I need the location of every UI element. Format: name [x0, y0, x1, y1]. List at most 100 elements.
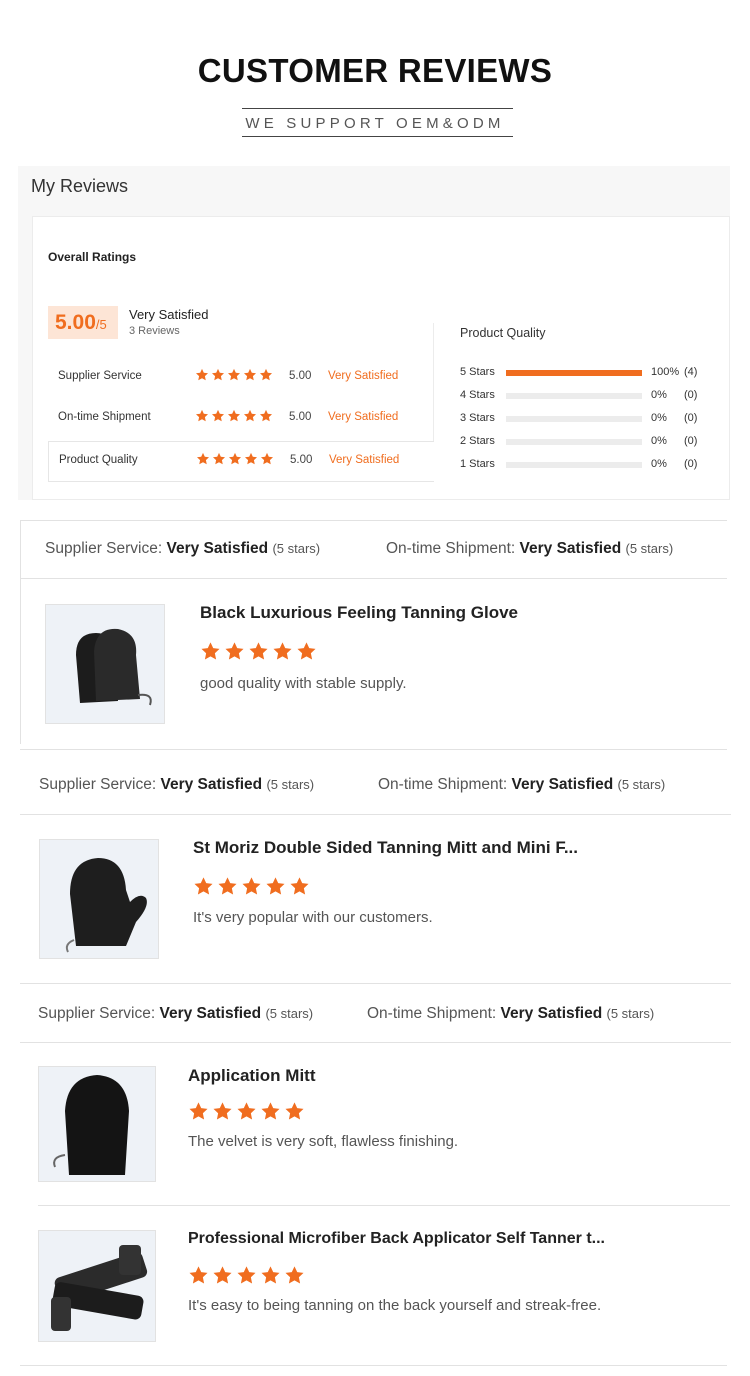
- star-icon: [194, 877, 213, 895]
- review-comment: good quality with stable supply.: [200, 675, 407, 692]
- breakdown-count: (0): [684, 435, 698, 447]
- review-3-supplier-service: Supplier Service: Very Satisfied (5 star…: [38, 1005, 313, 1023]
- star-icon: [195, 409, 209, 422]
- star-icon: [196, 452, 210, 465]
- criteria-stars: [195, 368, 273, 382]
- review-4-bottom-rule: [20, 1365, 727, 1366]
- criteria-value: 5.00: [290, 454, 313, 466]
- meta-stars: (5 stars): [617, 777, 666, 792]
- criteria-text: Very Satisfied: [328, 411, 399, 423]
- meta-value: Very Satisfied: [500, 1005, 603, 1022]
- summary-divider: [433, 323, 434, 441]
- star-icon: [243, 409, 257, 422]
- criteria-stars: [195, 409, 273, 423]
- star-icon: [243, 368, 257, 381]
- overall-score-text: Very Satisfied: [129, 307, 209, 322]
- review-2-meta-rule: [20, 814, 731, 815]
- star-icon: [225, 642, 244, 660]
- breakdown-label: 1 Stars: [460, 458, 495, 470]
- star-icon: [297, 642, 316, 660]
- breakdown-bar-track: [506, 370, 642, 376]
- criteria-stars: [196, 452, 274, 466]
- breakdown-title: Product Quality: [460, 326, 546, 340]
- star-icon: [211, 368, 225, 381]
- review-rating: [188, 1101, 305, 1122]
- breakdown-count: (0): [684, 412, 698, 424]
- meta-label: On-time Shipment:: [378, 776, 508, 793]
- product-name[interactable]: Black Luxurious Feeling Tanning Glove: [200, 603, 518, 623]
- breakdown-label: 4 Stars: [460, 389, 495, 401]
- star-icon: [212, 452, 226, 465]
- review-1-bottom-rule: [20, 749, 727, 750]
- meta-value: Very Satisfied: [519, 540, 622, 557]
- review-rating: [200, 641, 317, 662]
- product-thumbnail[interactable]: [39, 839, 159, 959]
- breakdown-count: (0): [684, 389, 698, 401]
- meta-value: Very Satisfied: [159, 1005, 262, 1022]
- star-icon: [260, 452, 274, 465]
- review-3-bottom-rule: [38, 1205, 730, 1206]
- star-icon: [261, 1266, 280, 1284]
- meta-label: On-time Shipment:: [386, 540, 516, 557]
- overall-score: 5.00: [55, 311, 96, 334]
- breakdown-percent: 0%: [651, 412, 667, 424]
- star-icon: [249, 642, 268, 660]
- breakdown-count: (0): [684, 458, 698, 470]
- review-2-supplier-service: Supplier Service: Very Satisfied (5 star…: [39, 776, 314, 794]
- product-thumbnail[interactable]: [45, 604, 165, 724]
- application-mitt-icon: [39, 1067, 155, 1181]
- star-icon: [189, 1266, 208, 1284]
- star-icon: [285, 1266, 304, 1284]
- meta-label: Supplier Service:: [45, 540, 163, 557]
- criteria-row-supplier-service[interactable]: Supplier Service 5.00 Very Satisfied: [48, 358, 434, 399]
- breakdown-percent: 0%: [651, 435, 667, 447]
- star-icon: [211, 409, 225, 422]
- breakdown-bar-track: [506, 416, 642, 422]
- overall-score-max: /5: [95, 317, 107, 332]
- star-icon: [228, 452, 242, 465]
- review-rating: [193, 876, 310, 897]
- review-2-bottom-rule: [20, 983, 731, 984]
- review-3-meta-rule: [20, 1042, 731, 1043]
- breakdown-row: 3 Stars 0% (0): [460, 412, 710, 426]
- star-icon: [237, 1102, 256, 1120]
- review-1-top-rule: [20, 520, 727, 521]
- subtitle-bottom-rule: [242, 136, 513, 137]
- meta-stars: (5 stars): [266, 777, 315, 792]
- star-icon: [244, 452, 258, 465]
- product-name[interactable]: St Moriz Double Sided Tanning Mitt and M…: [193, 838, 578, 858]
- meta-label: On-time Shipment:: [367, 1005, 497, 1022]
- product-thumbnail[interactable]: [38, 1066, 156, 1182]
- meta-value: Very Satisfied: [511, 776, 614, 793]
- breakdown-bar-track: [506, 393, 642, 399]
- star-icon: [242, 877, 261, 895]
- criteria-row-product-quality[interactable]: Product Quality 5.00 Very Satisfied: [48, 441, 434, 482]
- back-applicator-icon: [39, 1231, 155, 1341]
- star-icon: [227, 368, 241, 381]
- review-1-left-rule: [20, 520, 21, 744]
- meta-stars: (5 stars): [265, 1006, 314, 1021]
- criteria-row-ontime-shipment[interactable]: On-time Shipment 5.00 Very Satisfied: [48, 399, 434, 440]
- star-icon: [261, 1102, 280, 1120]
- star-icon: [266, 877, 285, 895]
- review-1-ontime-shipment: On-time Shipment: Very Satisfied (5 star…: [386, 540, 673, 558]
- meta-value: Very Satisfied: [166, 540, 269, 557]
- meta-stars: (5 stars): [272, 541, 321, 556]
- meta-label: Supplier Service:: [39, 776, 157, 793]
- star-icon: [218, 877, 237, 895]
- tanning-mitt-thumb-icon: [40, 840, 158, 958]
- product-name[interactable]: Application Mitt: [188, 1066, 315, 1086]
- star-icon: [201, 642, 220, 660]
- breakdown-count: (4): [684, 366, 698, 378]
- breakdown-label: 3 Stars: [460, 412, 495, 424]
- overall-score-badge: 5.00/5: [48, 306, 118, 339]
- star-icon: [259, 409, 273, 422]
- star-icon: [273, 642, 292, 660]
- product-name[interactable]: Professional Microfiber Back Applicator …: [188, 1230, 605, 1248]
- breakdown-percent: 0%: [651, 458, 667, 470]
- meta-stars: (5 stars): [625, 541, 674, 556]
- review-rating: [188, 1265, 305, 1286]
- star-icon: [259, 368, 273, 381]
- breakdown-row: 4 Stars 0% (0): [460, 389, 710, 403]
- product-thumbnail[interactable]: [38, 1230, 156, 1342]
